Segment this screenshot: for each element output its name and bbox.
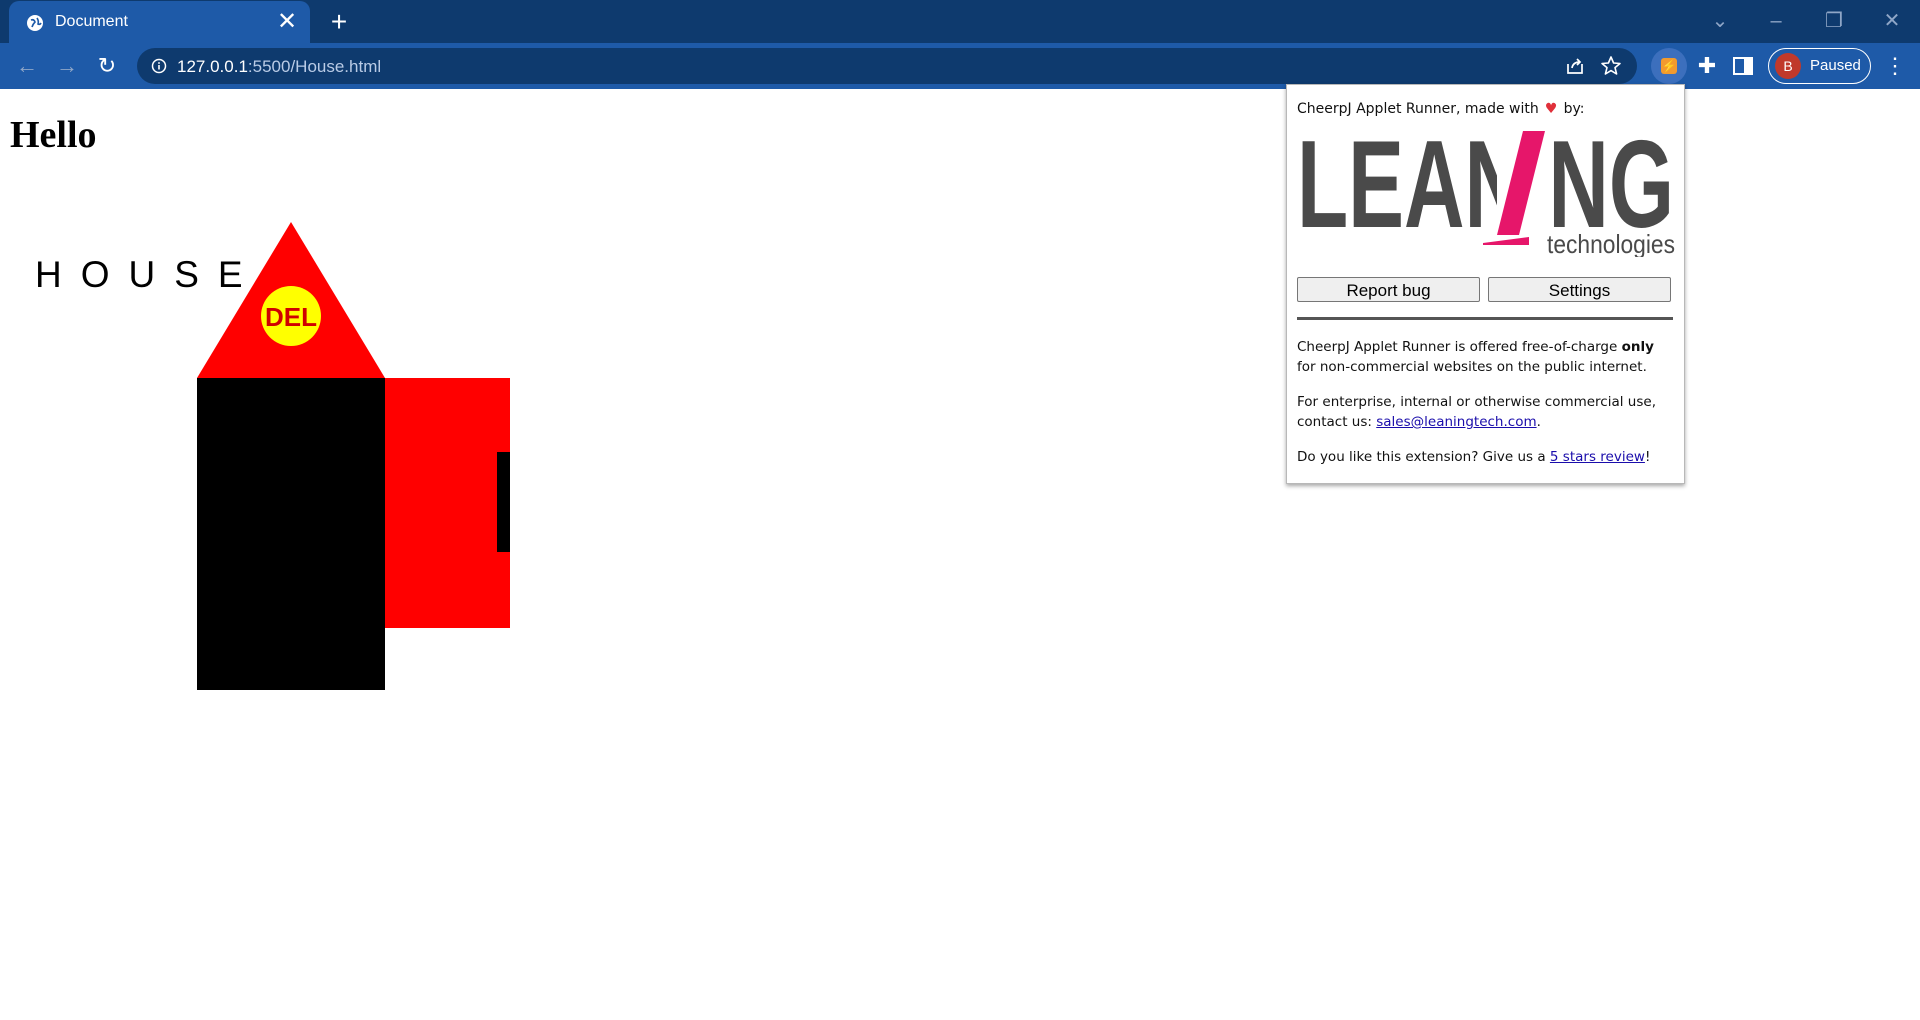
tab-search-icon[interactable]: ⌄ (1700, 6, 1740, 36)
reload-button[interactable]: ↻ (91, 50, 123, 82)
settings-button[interactable]: Settings (1488, 277, 1671, 302)
close-window-button[interactable]: ✕ (1872, 6, 1912, 36)
minimize-button[interactable]: – (1756, 6, 1796, 36)
house-window (497, 452, 510, 552)
contact-notice: For enterprise, internal or otherwise co… (1297, 392, 1675, 432)
heart-icon: ♥ (1544, 101, 1558, 117)
license-emphasis: only (1621, 339, 1654, 355)
cheerpj-logo-icon: ⚡ (1661, 58, 1677, 74)
house-side-wall (385, 378, 510, 628)
cheerpj-extension-icon[interactable]: ⚡ (1651, 48, 1687, 84)
back-button[interactable]: ← (11, 50, 43, 82)
restore-button[interactable]: ❐ (1814, 6, 1854, 36)
globe-icon (27, 15, 43, 31)
bookmark-star-icon[interactable] (1599, 54, 1623, 78)
report-bug-button[interactable]: Report bug (1297, 277, 1480, 302)
license-notice: CheerpJ Applet Runner is offered free-of… (1297, 337, 1675, 377)
review-text: Do you like this extension? Give us a (1297, 449, 1550, 465)
new-tab-button[interactable]: + (324, 7, 354, 37)
leaning-technologies-logo: LEANING technologies (1297, 131, 1675, 257)
avatar: B (1775, 53, 1801, 79)
address-bar[interactable]: 127.0.0.1:5500/House.html (137, 48, 1637, 84)
extensions-puzzle-icon[interactable]: ✚ (1692, 51, 1722, 81)
toolbar: ← → ↻ 127.0.0.1:5500/House.html ⚡ ✚ B Pa… (0, 43, 1920, 89)
roof-badge-text: DEL (265, 302, 317, 332)
review-text-end: ! (1644, 449, 1651, 465)
review-link[interactable]: 5 stars review (1550, 449, 1645, 465)
profile-button[interactable]: B Paused (1768, 48, 1871, 84)
license-text-end: for non-commercial websites on the publi… (1297, 359, 1647, 375)
contact-text-end: . (1536, 414, 1541, 430)
sales-email-link[interactable]: sales@leaningtech.com (1376, 414, 1536, 430)
menu-kebab-icon[interactable]: ⋮ (1880, 50, 1910, 82)
share-icon[interactable] (1563, 54, 1587, 78)
page-heading: Hello (10, 114, 97, 156)
forward-button[interactable]: → (51, 50, 83, 82)
made-with-line: CheerpJ Applet Runner, made with ♥ by: (1297, 101, 1585, 117)
logo-subtitle: technologies (1547, 229, 1675, 257)
url-host: 127.0.0.1 (177, 57, 248, 76)
house-front-wall (197, 378, 385, 690)
review-notice: Do you like this extension? Give us a 5 … (1297, 447, 1675, 467)
profile-status: Paused (1810, 57, 1861, 74)
tab-strip: Document ✕ + ⌄ – ❐ ✕ (0, 0, 1920, 43)
tab-close-icon[interactable]: ✕ (274, 9, 300, 35)
info-icon[interactable] (151, 58, 167, 74)
divider (1297, 317, 1673, 320)
url-path: :5500/House.html (247, 57, 382, 76)
made-with-suffix: by: (1563, 101, 1585, 117)
url-text: 127.0.0.1:5500/House.html (177, 57, 381, 77)
tab-title: Document (55, 13, 128, 30)
license-text: CheerpJ Applet Runner is offered free-of… (1297, 339, 1622, 355)
cheerpj-popup: CheerpJ Applet Runner, made with ♥ by: L… (1286, 84, 1685, 484)
side-panel-icon[interactable] (1732, 55, 1754, 77)
house-roof: DEL (197, 222, 385, 378)
made-with-prefix: CheerpJ Applet Runner, made with (1297, 101, 1539, 117)
tab-document[interactable]: Document ✕ (9, 1, 310, 43)
